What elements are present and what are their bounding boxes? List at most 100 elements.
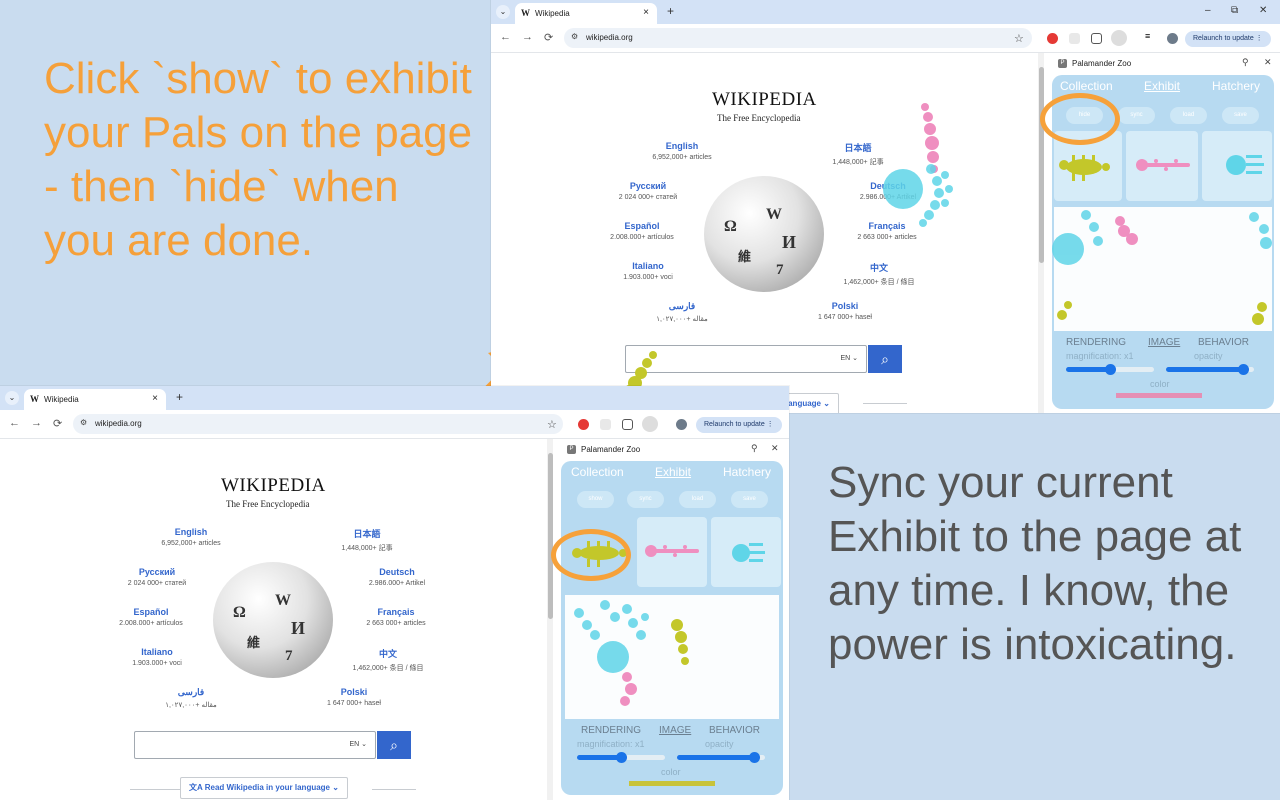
color-swatch[interactable] <box>629 781 715 786</box>
page-scrollbar[interactable] <box>547 439 553 800</box>
tab-collection[interactable]: Collection <box>1060 79 1113 93</box>
lang-english[interactable]: English 6,952,000+ articles <box>627 141 737 161</box>
pal-card-cyan[interactable] <box>1202 131 1272 201</box>
puzzle-extensions-icon[interactable] <box>622 419 633 430</box>
sync-button[interactable]: sync <box>627 491 664 508</box>
tab-title: Wikipedia <box>44 395 79 404</box>
tab-close-icon[interactable]: × <box>152 393 158 404</box>
new-tab-button[interactable]: + <box>667 4 674 18</box>
sync-button[interactable]: sync <box>1118 107 1155 124</box>
bookmark-star-icon[interactable]: ☆ <box>1014 32 1024 45</box>
tab-behavior[interactable]: BEHAVIOR <box>1198 337 1249 348</box>
forward-button[interactable]: → <box>522 31 533 43</box>
relaunch-button[interactable]: Relaunch to update ⋮ <box>696 417 782 433</box>
lang-italian[interactable]: Italiano 1.903.000+ voci <box>593 261 703 281</box>
tab-hatchery[interactable]: Hatchery <box>723 465 771 479</box>
lang-chinese[interactable]: 中文 1,462,000+ 条目 / 條目 <box>824 261 934 287</box>
tab-image[interactable]: IMAGE <box>1148 337 1180 348</box>
opacity-label: opacity <box>705 739 734 749</box>
reload-button[interactable]: ⟳ <box>53 417 62 430</box>
close-window-button[interactable]: ✕ <box>1259 5 1267 16</box>
language-select[interactable]: EN ⌄ <box>349 740 367 748</box>
lang-german[interactable]: Deutsch2.986.000+ Artikel <box>342 567 452 587</box>
side-panel-icon[interactable] <box>1111 30 1127 46</box>
lang-russian[interactable]: Русский 2 024 000+ статей <box>593 181 703 201</box>
profile-avatar[interactable] <box>676 419 687 430</box>
lang-polish[interactable]: Polski 1 647 000+ haseł <box>299 687 409 707</box>
extension-icon[interactable] <box>600 419 611 430</box>
load-button[interactable]: load <box>1170 107 1207 124</box>
color-swatch[interactable] <box>1116 393 1202 398</box>
tab-wikipedia[interactable]: W Wikipedia × <box>24 389 166 410</box>
bookmark-star-icon[interactable]: ☆ <box>547 418 557 431</box>
adblock-extension-icon[interactable] <box>578 419 589 430</box>
opacity-slider[interactable] <box>1166 364 1254 375</box>
site-info-icon[interactable]: ⚙ <box>571 32 578 41</box>
lang-russian[interactable]: Русский 2 024 000+ статей <box>102 567 212 587</box>
pin-icon[interactable]: ⚲ <box>1242 57 1249 68</box>
tab-search-button[interactable]: ⌄ <box>5 391 19 405</box>
tab-exhibit[interactable]: Exhibit <box>1144 79 1180 93</box>
tab-behavior[interactable]: BEHAVIOR <box>709 725 760 736</box>
extension-icon[interactable] <box>1069 33 1080 44</box>
search-button[interactable]: ⌕ <box>868 345 902 373</box>
opacity-label: opacity <box>1194 351 1223 361</box>
tab-close-icon[interactable]: × <box>643 7 649 18</box>
minimize-button[interactable]: – <box>1205 5 1211 16</box>
back-button[interactable]: ← <box>9 417 20 429</box>
tab-exhibit[interactable]: Exhibit <box>655 465 691 479</box>
browser-toolbar: ← → ⟳ ⚙ wikipedia.org ☆ Relaunch to upda… <box>0 410 789 439</box>
tab-collection[interactable]: Collection <box>571 465 624 479</box>
show-button[interactable]: show <box>577 491 614 508</box>
close-panel-icon[interactable]: ✕ <box>1264 57 1272 68</box>
tab-rendering[interactable]: RENDERING <box>581 725 641 736</box>
lang-persian[interactable]: فارسی ۱,۰۲۷,۰۰۰+ مقاله <box>136 687 246 709</box>
language-select[interactable]: EN ⌄ <box>840 354 858 362</box>
side-panel-icon[interactable] <box>642 416 658 432</box>
pal-card-cyan[interactable] <box>711 517 781 587</box>
lang-spanish[interactable]: Español 2.008.000+ artículos <box>587 221 697 241</box>
load-button[interactable]: load <box>679 491 716 508</box>
save-button[interactable]: save <box>731 491 768 508</box>
back-button[interactable]: ← <box>500 31 511 43</box>
tab-wikipedia[interactable]: W Wikipedia × <box>515 3 657 24</box>
new-tab-button[interactable]: + <box>176 390 183 404</box>
address-bar[interactable]: ⚙ wikipedia.org ☆ <box>73 414 563 434</box>
restore-button[interactable]: ⧉ <box>1231 5 1238 16</box>
adblock-extension-icon[interactable] <box>1047 33 1058 44</box>
lang-chinese[interactable]: 中文 1,462,000+ 条目 / 條目 <box>333 647 443 673</box>
magnification-slider[interactable] <box>577 752 665 763</box>
tab-search-button[interactable]: ⌄ <box>496 5 510 19</box>
lang-spanish[interactable]: Español 2.008.000+ artículos <box>96 607 206 627</box>
tab-hatchery[interactable]: Hatchery <box>1212 79 1260 93</box>
puzzle-extensions-icon[interactable] <box>1091 33 1102 44</box>
lang-italian[interactable]: Italiano 1.903.000+ voci <box>102 647 212 667</box>
exhibit-stage[interactable] <box>1052 207 1272 331</box>
tab-image[interactable]: IMAGE <box>659 725 691 736</box>
save-button[interactable]: save <box>1222 107 1259 124</box>
media-icon[interactable]: ≡ <box>1145 31 1156 42</box>
tab-rendering[interactable]: RENDERING <box>1066 337 1126 348</box>
lang-english[interactable]: English 6,952,000+ articles <box>136 527 246 547</box>
relaunch-button[interactable]: Relaunch to update ⋮ <box>1185 31 1271 47</box>
address-bar[interactable]: ⚙ wikipedia.org ☆ <box>564 28 1032 48</box>
wikipedia-search-input[interactable]: EN ⌄ <box>134 731 376 759</box>
pal-card-pink[interactable] <box>637 517 707 587</box>
exhibit-stage[interactable] <box>565 595 779 719</box>
pal-card-pink[interactable] <box>1126 131 1198 201</box>
profile-avatar[interactable] <box>1167 33 1178 44</box>
site-info-icon[interactable]: ⚙ <box>80 418 87 427</box>
lang-japanese[interactable]: 日本語 1,448,000+ 記事 <box>312 527 422 553</box>
magnification-slider[interactable] <box>1066 364 1154 375</box>
lang-french[interactable]: Français 2 663 000+ articles <box>341 607 451 627</box>
wikipedia-favicon: W <box>521 8 530 18</box>
search-button[interactable]: ⌕ <box>377 731 411 759</box>
pin-icon[interactable]: ⚲ <box>751 443 758 454</box>
forward-button[interactable]: → <box>31 417 42 429</box>
close-panel-icon[interactable]: ✕ <box>771 443 779 454</box>
reload-button[interactable]: ⟳ <box>544 31 553 44</box>
opacity-slider[interactable] <box>677 752 765 763</box>
lang-persian[interactable]: فارسی ۱,۰۲۷,۰۰۰+ مقاله <box>627 301 737 323</box>
lang-polish[interactable]: Polski 1 647 000+ haseł <box>790 301 900 321</box>
read-in-language-button[interactable]: 文A Read Wikipedia in your language ⌄ <box>180 777 348 799</box>
